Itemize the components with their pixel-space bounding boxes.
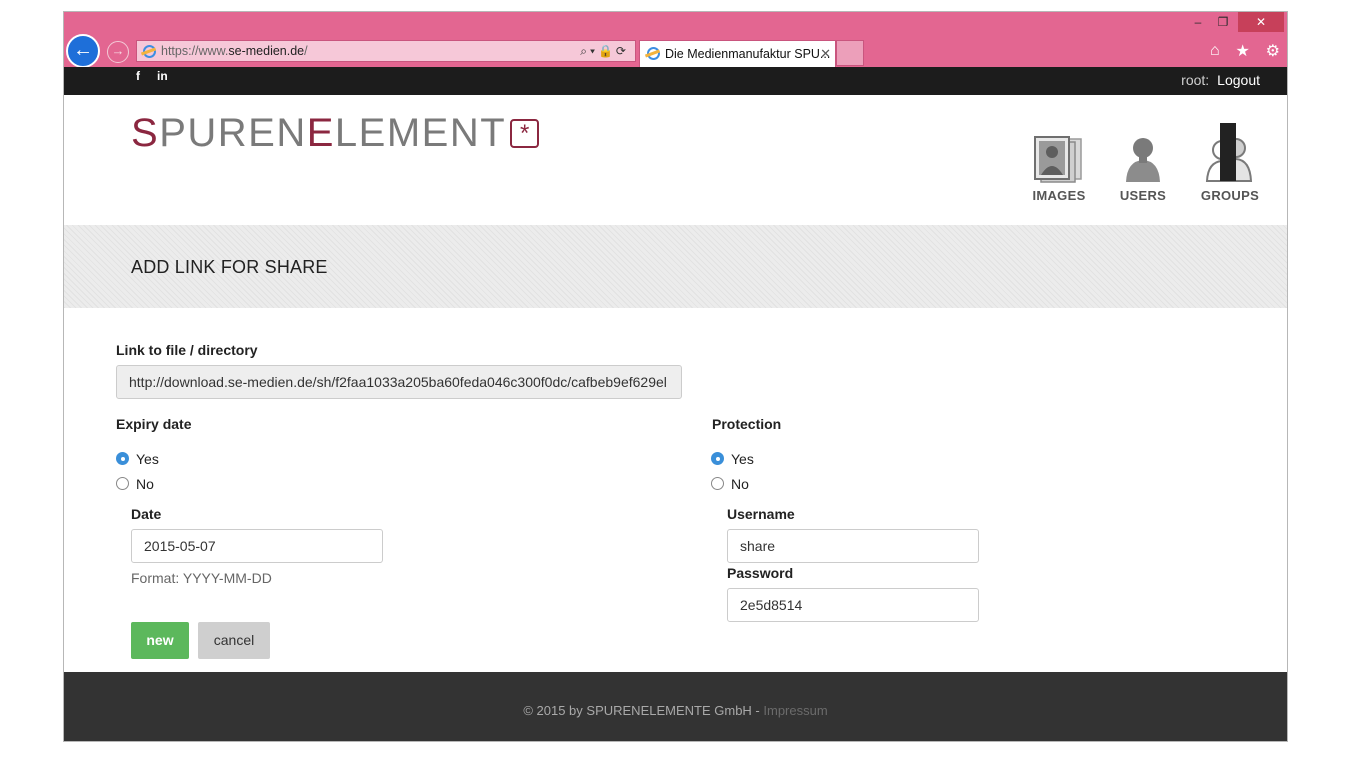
protection-yes-radio[interactable] [711, 452, 724, 465]
nav-groups-label: GROUPS [1200, 188, 1260, 203]
redaction-bar [1220, 123, 1236, 181]
logout-link[interactable]: Logout [1217, 72, 1260, 88]
site-topbar: f in root: Logout [64, 67, 1287, 95]
browser-window: ‒ ❐ ✕ ← → https://www.se-medien.de/ ⌕▾🔒⟳… [64, 12, 1287, 741]
ie-page-icon [143, 45, 156, 58]
date-field[interactable]: 2015-05-07 [131, 529, 383, 563]
linkedin-icon[interactable]: in [157, 69, 168, 83]
minimize-button[interactable]: ‒ [1186, 12, 1210, 32]
expiry-yes-radio[interactable] [116, 452, 129, 465]
tab-favicon-icon [647, 47, 660, 60]
favorites-star-icon[interactable]: ★ [1235, 41, 1249, 61]
site-logo[interactable]: SPURENELEMENT * [131, 111, 540, 155]
date-format-help: Format: YYYY-MM-DD [131, 570, 272, 586]
expiry-date-label: Expiry date [116, 416, 192, 432]
new-button[interactable]: new [131, 622, 189, 659]
password-label: Password [727, 565, 794, 581]
protection-no-radio[interactable] [711, 477, 724, 490]
url-scheme: https://www. [161, 44, 229, 58]
username-field[interactable]: share [727, 529, 979, 563]
url-domain: se-medien.de [228, 44, 305, 58]
expiry-yes-text: Yes [136, 451, 159, 467]
home-icon[interactable]: ⌂ [1210, 42, 1220, 60]
expiry-no-text: No [136, 476, 154, 492]
footer-copyright: © 2015 by SPURENELEMENTE GmbH [523, 703, 752, 718]
protection-no-text: No [731, 476, 749, 492]
maximize-button[interactable]: ❐ [1210, 12, 1236, 32]
forward-arrow-icon: → [111, 43, 125, 58]
share-link-form: Link to file / directory http://download… [64, 308, 1287, 672]
site-header: SPURENELEMENT * IMAGES USERS GROUPS [64, 95, 1287, 226]
user-info: root: Logout [1181, 72, 1260, 88]
site-footer: © 2015 by SPURENELEMENTE GmbH - Impressu… [64, 672, 1287, 741]
current-user: root: [1181, 72, 1210, 88]
address-tools-icons[interactable]: ⌕▾🔒⟳ [580, 41, 629, 61]
protection-label: Protection [712, 416, 782, 432]
password-field[interactable]: 2e5d8514 [727, 588, 979, 622]
back-arrow-icon: ← [73, 39, 93, 61]
logo-text-part2: LEMENT [334, 111, 507, 155]
protection-yes-text: Yes [731, 451, 754, 467]
expiry-no-radio[interactable] [116, 477, 129, 490]
forward-button[interactable]: → [107, 41, 129, 63]
logo-text-part1: SPURENE [131, 111, 335, 155]
footer-separator: - [751, 703, 764, 718]
page-title-banner: ADD LINK FOR SHARE [64, 225, 1287, 308]
user-icon [1126, 138, 1160, 182]
address-url[interactable]: https://www.se-medien.de/ [161, 41, 308, 61]
cancel-button[interactable]: cancel [198, 622, 270, 659]
link-field[interactable]: http://download.se-medien.de/sh/f2faa103… [116, 365, 682, 399]
logo-star-box-icon: * [510, 119, 540, 148]
username-label: Username [727, 506, 795, 522]
close-button[interactable]: ✕ [1238, 12, 1284, 32]
date-label: Date [131, 506, 162, 522]
link-label: Link to file / directory [116, 342, 258, 358]
browser-tab-active[interactable]: Die Medienmanufaktur SPU... ✕ [639, 40, 836, 67]
tab-close-icon[interactable]: ✕ [820, 41, 831, 67]
impressum-link[interactable]: Impressum [763, 703, 827, 718]
browser-toolbar-icons: ⌂ ★ ⚙ [1210, 41, 1280, 61]
nav-users[interactable]: USERS [1108, 135, 1178, 203]
back-button[interactable]: ← [66, 34, 100, 68]
settings-gear-icon[interactable]: ⚙ [1266, 41, 1280, 61]
page-title: ADD LINK FOR SHARE [131, 257, 328, 277]
nav-images-label: IMAGES [1032, 188, 1086, 203]
nav-images[interactable]: IMAGES [1024, 135, 1094, 203]
address-bar[interactable]: https://www.se-medien.de/ ⌕▾🔒⟳ [136, 40, 636, 62]
url-path: / [304, 44, 308, 58]
browser-chrome: ‒ ❐ ✕ ← → https://www.se-medien.de/ ⌕▾🔒⟳… [64, 12, 1287, 68]
tab-title: Die Medienmanufaktur SPU... [665, 47, 831, 61]
images-icon [1034, 136, 1082, 183]
facebook-icon[interactable]: f [136, 69, 140, 83]
nav-users-label: USERS [1119, 188, 1167, 203]
new-tab-button[interactable] [836, 40, 864, 66]
